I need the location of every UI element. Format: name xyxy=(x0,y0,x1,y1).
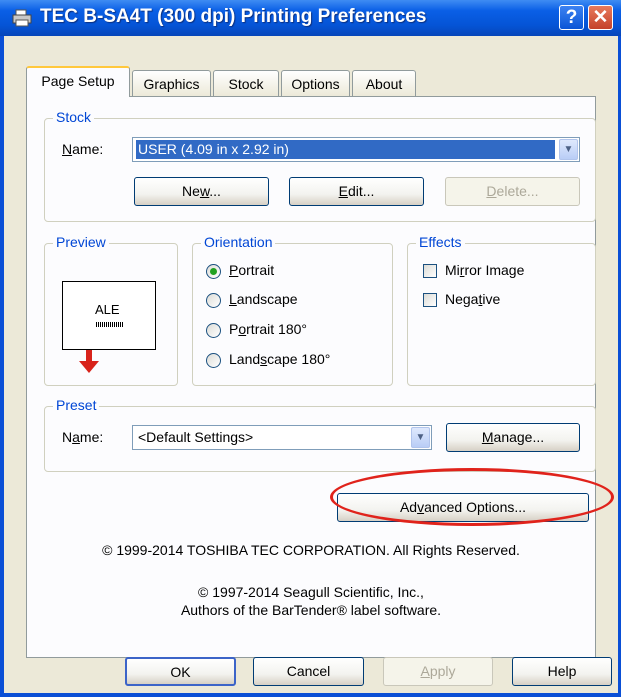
window-title: TEC B-SA4T (300 dpi) Printing Preference… xyxy=(40,6,427,27)
tab-stock[interactable]: Stock xyxy=(213,70,279,96)
portrait-180-label[interactable]: Portrait 180° xyxy=(229,321,307,337)
landscape-radio[interactable] xyxy=(206,293,221,308)
stock-legend: Stock xyxy=(53,109,95,125)
chevron-down-icon[interactable]: ▼ xyxy=(411,427,430,448)
effects-legend: Effects xyxy=(416,234,465,250)
title-bar[interactable]: TEC B-SA4T (300 dpi) Printing Preference… xyxy=(0,0,621,36)
seagull-copyright: © 1997-2014 Seagull Scientific, Inc., xyxy=(198,584,424,600)
stock-name-value: USER (4.09 in x 2.92 in) xyxy=(136,140,555,159)
preset-legend: Preset xyxy=(53,397,100,413)
negative-checkbox[interactable] xyxy=(423,293,437,307)
tab-about[interactable]: About xyxy=(352,70,416,96)
help-button[interactable]: Help xyxy=(512,657,612,686)
tab-page-setup[interactable]: Page Setup xyxy=(26,66,130,97)
preset-name-dropdown[interactable]: <Default Settings> ▼ xyxy=(132,425,432,450)
cancel-button[interactable]: Cancel xyxy=(253,657,364,686)
portrait-radio[interactable] xyxy=(206,264,221,279)
preset-name-value: <Default Settings> xyxy=(138,429,254,445)
apply-button[interactable]: Apply xyxy=(383,657,493,686)
preset-name-label: Name: xyxy=(62,429,104,445)
help-title-button[interactable]: ? xyxy=(559,5,584,30)
mirror-image-label[interactable]: Mirror Image xyxy=(445,262,524,278)
chevron-down-icon[interactable]: ▼ xyxy=(559,139,578,160)
tab-options[interactable]: Options xyxy=(281,70,350,96)
printer-icon xyxy=(12,9,32,27)
bartender-credit: Authors of the BarTender® label software… xyxy=(180,602,442,618)
feed-direction-arrow-icon xyxy=(79,350,99,373)
toshiba-copyright: © 1999-2014 TOSHIBA TEC CORPORATION. All… xyxy=(102,542,520,558)
edit-stock-button[interactable]: Edit... xyxy=(289,177,424,206)
landscape-180-radio[interactable] xyxy=(206,353,221,368)
close-title-button[interactable]: ✕ xyxy=(588,5,613,30)
ok-button[interactable]: OK xyxy=(125,657,236,686)
stock-name-label: Name: xyxy=(62,141,104,157)
delete-stock-button[interactable]: Delete... xyxy=(445,177,580,206)
tab-graphics[interactable]: Graphics xyxy=(132,70,211,96)
stock-group: Stock xyxy=(44,109,596,222)
preview-label-text: ALE xyxy=(95,302,120,317)
stock-name-dropdown[interactable]: USER (4.09 in x 2.92 in) ▼ xyxy=(132,137,580,162)
highlight-ellipse-annotation xyxy=(330,468,614,526)
mirror-image-checkbox[interactable] xyxy=(423,264,437,278)
label-preview: ALE xyxy=(62,281,156,350)
landscape-label[interactable]: Landscape xyxy=(229,291,298,307)
negative-label[interactable]: Negative xyxy=(445,291,500,307)
manage-button[interactable]: Manage... xyxy=(446,423,580,452)
portrait-180-radio[interactable] xyxy=(206,323,221,338)
orientation-legend: Orientation xyxy=(201,234,276,250)
landscape-180-label[interactable]: Landscape 180° xyxy=(229,351,330,367)
barcode-icon xyxy=(96,322,124,327)
preview-legend: Preview xyxy=(53,234,109,250)
new-stock-button[interactable]: New... xyxy=(134,177,269,206)
portrait-label[interactable]: Portrait xyxy=(229,262,274,278)
